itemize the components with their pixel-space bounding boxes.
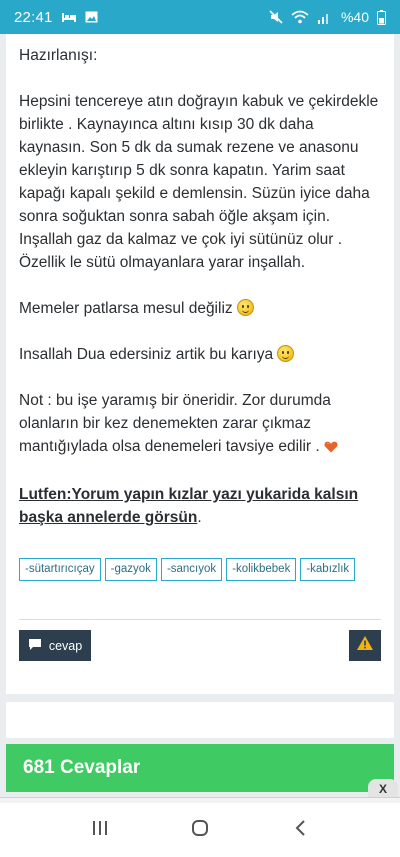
tag-kolikbebek[interactable]: -kolikbebek	[226, 558, 297, 581]
battery-percent: %40	[340, 9, 369, 25]
mute-icon	[269, 10, 283, 24]
status-time: 22:41	[14, 8, 53, 26]
status-right: %40	[269, 9, 386, 25]
home-icon	[191, 819, 209, 842]
post-card: Hazırlanışı: Hepsini tencereye atın doğr…	[6, 34, 394, 694]
battery-icon	[377, 9, 386, 25]
next-card	[6, 702, 394, 738]
gallery-icon	[85, 11, 98, 23]
tag-gazyok[interactable]: -gazyok	[104, 558, 157, 581]
answers-count: 681 Cevaplar	[23, 757, 141, 778]
smile-emoji-icon	[277, 345, 295, 362]
answers-bar[interactable]: 681 Cevaplar	[6, 744, 394, 792]
status-bar: 22:41 %40	[0, 0, 400, 34]
not-text: Not : bu işe yaramış bir öneridir. Zor d…	[19, 392, 331, 455]
recent-apps-button[interactable]	[80, 810, 120, 850]
system-nav-bar	[0, 803, 400, 857]
reply-label: cevap	[48, 638, 83, 653]
memeler-text: Memeler patlarsa mesul değiliz	[19, 300, 233, 317]
smile-emoji-icon	[236, 299, 254, 316]
recent-apps-icon	[92, 820, 108, 841]
post-body: Hazırlanışı: Hepsini tencereye atın doğr…	[19, 44, 379, 552]
post-instructions: Hepsini tencereye atın doğrayın kabuk ve…	[19, 93, 379, 271]
tag-sanciyok[interactable]: -sancıyok	[160, 558, 223, 581]
post-line-not: Not : bu işe yaramış bir öneridir. Zor d…	[19, 389, 379, 460]
tag-kabizlik[interactable]: -kabızlık	[300, 558, 356, 581]
close-ad-button[interactable]: X	[368, 779, 398, 799]
tag-list: -sütartırıcıçay -gazyok -sancıyok -kolik…	[19, 558, 379, 581]
back-button[interactable]	[280, 810, 320, 850]
post-cta: Lutfen:Yorum yapın kızlar yazı yukarida …	[19, 483, 379, 529]
report-button[interactable]	[349, 630, 381, 661]
divider	[19, 619, 381, 620]
tag-sutartiricicay[interactable]: -sütartırıcıçay	[19, 558, 101, 581]
signal-icon	[317, 11, 331, 24]
post-line-memeler: Memeler patlarsa mesul değiliz	[19, 297, 379, 320]
back-icon	[294, 819, 306, 842]
status-left: 22:41	[14, 9, 98, 26]
post-line-dua: Insallah Dua edersiniz artik bu karıya	[19, 343, 379, 366]
home-button[interactable]	[180, 810, 220, 850]
wifi-icon	[291, 10, 309, 24]
reply-button[interactable]: cevap	[19, 630, 91, 661]
cta-link[interactable]: Lutfen:Yorum yapın kızlar yazı yukarida …	[19, 486, 358, 526]
cta-end: .	[197, 509, 202, 526]
post-heading: Hazırlanışı:	[19, 47, 98, 64]
comment-icon	[28, 638, 42, 654]
bed-icon	[61, 11, 77, 23]
heart-icon	[324, 437, 338, 460]
warning-icon	[356, 635, 374, 656]
dua-text: Insallah Dua edersiniz artik bu karıya	[19, 346, 274, 363]
